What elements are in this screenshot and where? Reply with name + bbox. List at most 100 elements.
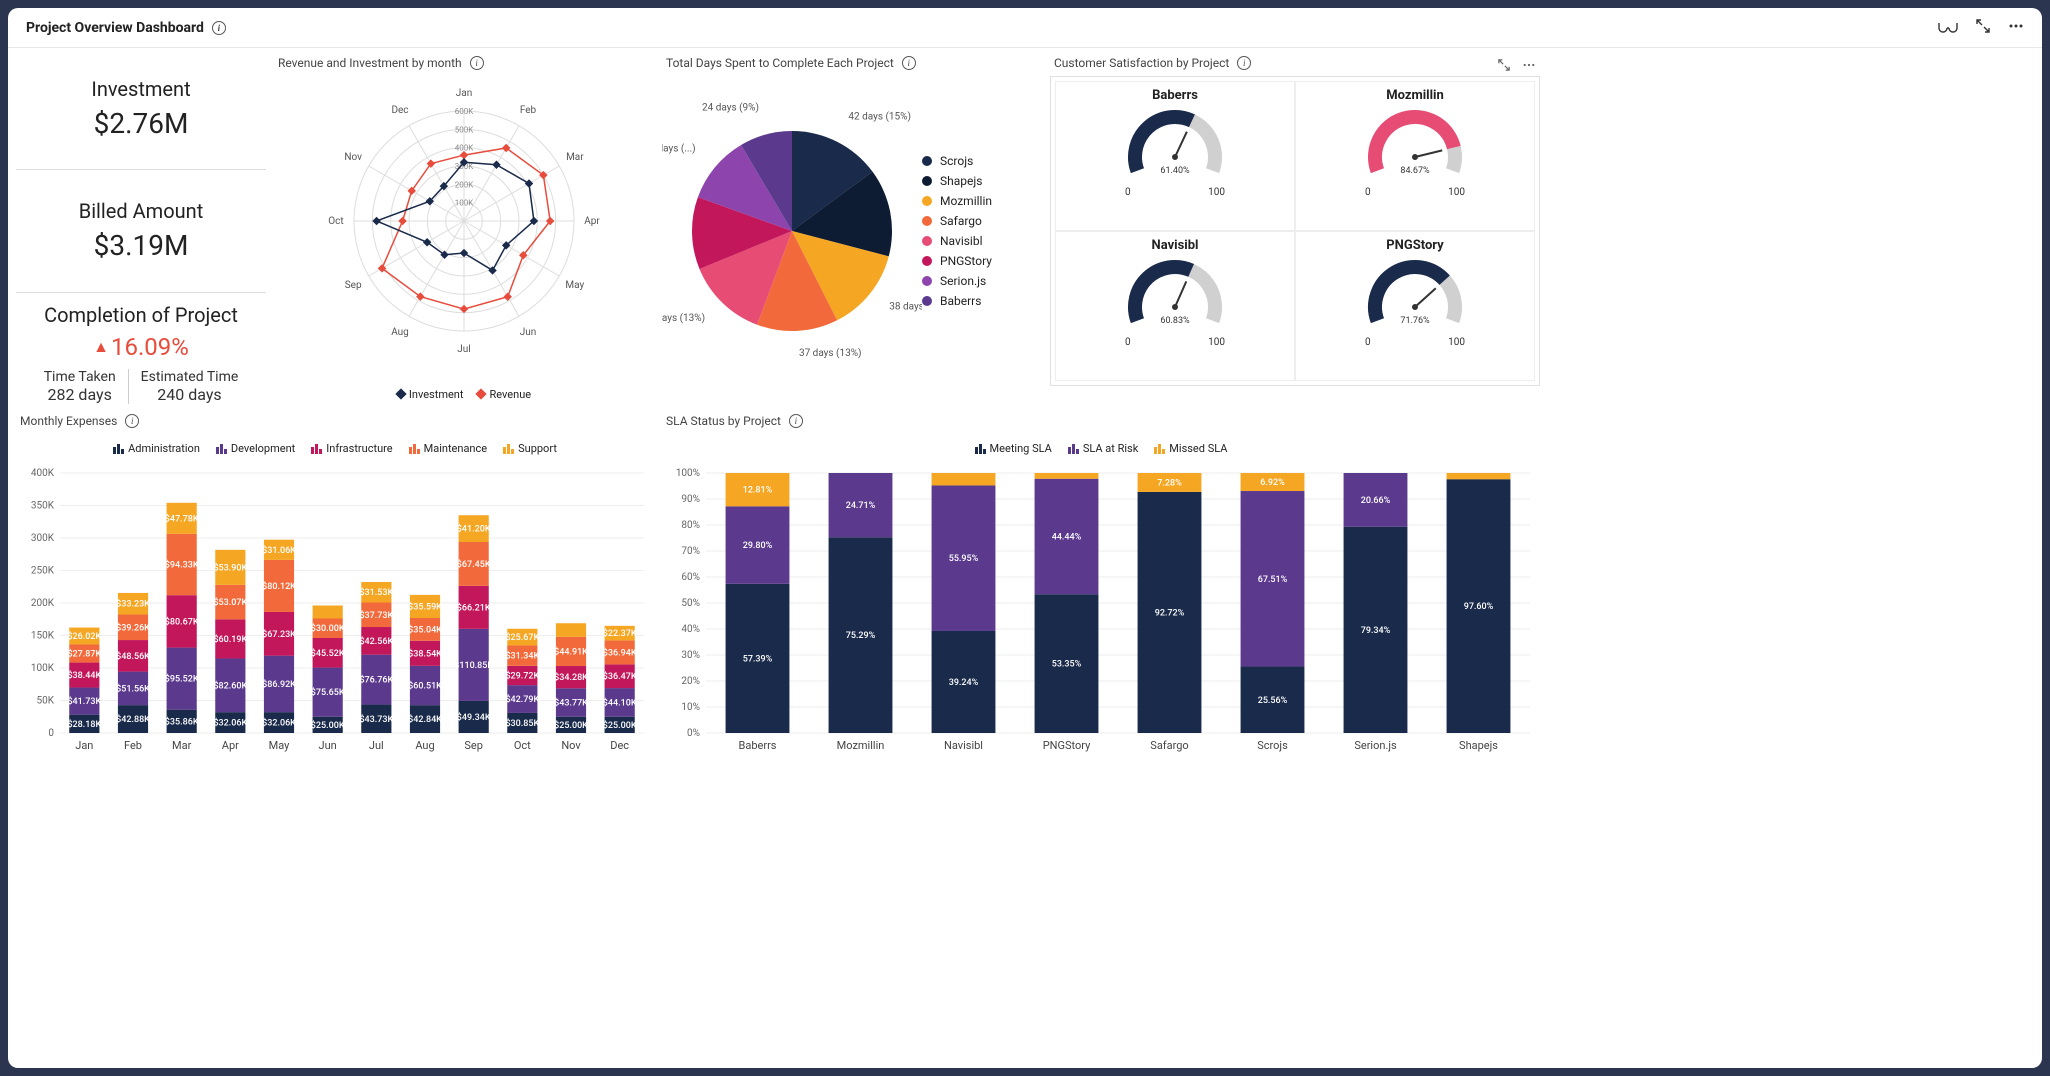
- svg-text:25.56%: 25.56%: [1258, 696, 1288, 706]
- legend-item[interactable]: PNGStory: [922, 254, 992, 268]
- legend-item[interactable]: Administration: [113, 442, 200, 455]
- svg-text:$36.94K: $36.94K: [603, 647, 637, 658]
- svg-text:Jan: Jan: [75, 739, 93, 752]
- svg-text:$53.07K: $53.07K: [213, 597, 247, 608]
- expenses-title: Monthly Expenses: [20, 414, 117, 428]
- legend-item[interactable]: Shapejs: [922, 174, 992, 188]
- gauge-panel: Customer Satisfaction by Projecti Baberr…: [1050, 56, 1540, 406]
- svg-text:0%: 0%: [687, 728, 700, 739]
- radar-legend: Investment Revenue: [274, 388, 654, 401]
- legend-item[interactable]: Development: [216, 442, 295, 455]
- svg-text:100K: 100K: [31, 663, 55, 674]
- topbar: Project Overview Dashboard i: [8, 8, 2042, 48]
- svg-text:Sep: Sep: [345, 280, 362, 291]
- svg-text:7.28%: 7.28%: [1157, 478, 1182, 488]
- svg-text:55.95%: 55.95%: [949, 554, 979, 564]
- svg-text:Jun: Jun: [319, 739, 337, 752]
- svg-text:Scrojs: Scrojs: [1257, 739, 1288, 752]
- svg-text:Jan: Jan: [456, 88, 472, 99]
- svg-text:24 days (9%): 24 days (9%): [702, 101, 759, 113]
- legend-item[interactable]: Infrastructure: [311, 442, 392, 455]
- info-icon[interactable]: i: [902, 56, 916, 70]
- legend-item[interactable]: Support: [503, 442, 557, 455]
- svg-text:12.81%: 12.81%: [743, 486, 773, 496]
- radar-panel: Revenue and Investment by monthi 100K200…: [274, 56, 654, 406]
- svg-text:400K: 400K: [31, 468, 55, 479]
- svg-text:44.44%: 44.44%: [1052, 533, 1082, 543]
- svg-text:$25.67K: $25.67K: [505, 632, 539, 643]
- time-taken-value: 282 days: [44, 385, 116, 404]
- legend-item[interactable]: Baberrs: [922, 294, 992, 308]
- svg-text:37 days (13%): 37 days (13%): [799, 347, 862, 359]
- svg-text:$25.00K: $25.00K: [554, 720, 588, 731]
- svg-text:$41.20K: $41.20K: [457, 524, 491, 535]
- legend-item[interactable]: Scrojs: [922, 154, 992, 168]
- svg-text:Feb: Feb: [124, 739, 142, 752]
- svg-text:$42.79K: $42.79K: [505, 694, 539, 705]
- svg-text:$33.23K: $33.23K: [116, 599, 150, 610]
- svg-text:150K: 150K: [31, 631, 55, 642]
- svg-text:Dec: Dec: [391, 105, 408, 116]
- svg-text:$47.78K: $47.78K: [165, 513, 199, 524]
- more-icon[interactable]: [2008, 18, 2024, 37]
- svg-text:Serion.js: Serion.js: [1354, 739, 1397, 752]
- legend-item[interactable]: Mozmillin: [922, 194, 992, 208]
- svg-text:300K: 300K: [31, 533, 55, 544]
- svg-text:$36.47K: $36.47K: [603, 671, 637, 682]
- svg-text:200K: 200K: [31, 598, 55, 609]
- svg-text:10%: 10%: [681, 702, 700, 713]
- svg-text:Nov: Nov: [344, 152, 362, 163]
- svg-text:$45.52K: $45.52K: [311, 648, 345, 659]
- expand-icon[interactable]: [1976, 18, 1990, 37]
- info-icon[interactable]: i: [212, 21, 226, 35]
- billed-value: $3.19M: [94, 229, 189, 262]
- time-taken-label: Time Taken: [44, 369, 116, 385]
- svg-text:60.83%: 60.83%: [1160, 316, 1190, 326]
- legend-item[interactable]: Meeting SLA: [975, 442, 1052, 455]
- expand-icon[interactable]: [1498, 56, 1510, 75]
- svg-text:67.51%: 67.51%: [1258, 575, 1288, 585]
- info-icon[interactable]: i: [1237, 56, 1251, 70]
- svg-text:71.76%: 71.76%: [1400, 316, 1430, 326]
- svg-text:31 days (...): 31 days (...): [662, 142, 696, 154]
- glasses-icon[interactable]: [1938, 18, 1958, 37]
- pie-chart: 42 days (15%)38 days (...)37 days (13%)3…: [662, 101, 922, 361]
- legend-item[interactable]: Safargo: [922, 214, 992, 228]
- svg-text:Nov: Nov: [561, 739, 581, 752]
- more-icon[interactable]: [1522, 56, 1536, 75]
- svg-text:$66.21K: $66.21K: [457, 602, 491, 613]
- info-icon[interactable]: i: [789, 414, 803, 428]
- svg-text:May: May: [565, 280, 584, 291]
- gauge-cell: Navisibl 60.83% 0100: [1055, 231, 1295, 381]
- legend-item[interactable]: Maintenance: [409, 442, 488, 455]
- svg-text:$35.04K: $35.04K: [408, 624, 442, 635]
- legend-item[interactable]: SLA at Risk: [1068, 442, 1138, 455]
- svg-text:$27.87K: $27.87K: [67, 649, 101, 660]
- svg-text:$60.19K: $60.19K: [213, 634, 247, 645]
- svg-text:Jul: Jul: [369, 739, 384, 752]
- gauge-title: Customer Satisfaction by Project: [1054, 56, 1229, 70]
- legend-item[interactable]: Missed SLA: [1154, 442, 1227, 455]
- svg-text:$35.59K: $35.59K: [408, 601, 442, 612]
- info-icon[interactable]: i: [470, 56, 484, 70]
- expenses-panel: Monthly Expenses i Administration Developm…: [16, 414, 654, 804]
- svg-text:Baberrs: Baberrs: [739, 739, 777, 752]
- svg-text:$110.85K: $110.85K: [454, 660, 493, 671]
- completion-delta: 16.09%: [93, 333, 189, 361]
- svg-text:79.34%: 79.34%: [1361, 626, 1391, 636]
- svg-text:$80.12K: $80.12K: [262, 581, 296, 592]
- svg-text:57.39%: 57.39%: [743, 654, 773, 664]
- legend-item[interactable]: Navisibl: [922, 234, 992, 248]
- info-icon[interactable]: i: [125, 414, 139, 428]
- svg-text:Apr: Apr: [584, 216, 600, 227]
- svg-text:$30.85K: $30.85K: [505, 718, 539, 729]
- svg-text:$32.06K: $32.06K: [213, 718, 247, 729]
- svg-text:$34.28K: $34.28K: [554, 672, 588, 683]
- svg-text:$42.88K: $42.88K: [116, 714, 150, 725]
- svg-text:$39.26K: $39.26K: [116, 622, 150, 633]
- svg-text:Shapejs: Shapejs: [1459, 739, 1498, 752]
- svg-text:20.66%: 20.66%: [1361, 496, 1391, 506]
- legend-item[interactable]: Serion.js: [922, 274, 992, 288]
- svg-text:$28.18K: $28.18K: [67, 719, 101, 730]
- svg-text:37 days (13%): 37 days (13%): [662, 312, 705, 324]
